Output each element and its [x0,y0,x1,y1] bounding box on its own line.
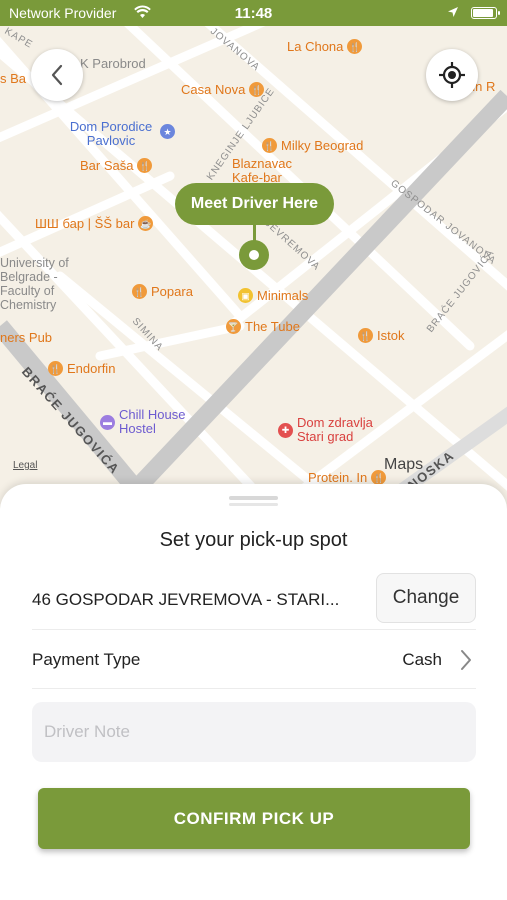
chevron-left-icon [51,64,63,86]
poi-label[interactable]: ners Pub [0,331,52,345]
poi-label[interactable]: Casa Nova 🍴 [181,82,265,97]
map-view[interactable]: KAPE JOVANOVA KNEGINJE LJUBICE GOSPODAR … [0,26,507,500]
restaurant-icon: 🍴 [262,138,277,153]
restaurant-icon: 🍴 [347,39,363,54]
pickup-address: 46 GOSPODAR JEVREMOVA - STARI... [32,590,340,609]
poi-label[interactable]: 🍸 The Tube [226,319,300,334]
chevron-right-icon [461,650,471,670]
payment-type-value: Cash [402,650,442,669]
meet-driver-bubble[interactable]: Meet Driver Here [175,183,334,225]
payment-type-row[interactable]: Payment Type Cash [32,630,476,689]
shop-icon: ▣ [238,288,253,303]
poi-label[interactable]: Blaznavac Kafe-bar [232,157,322,185]
poi-label[interactable]: La Chona 🍴 [287,39,363,54]
restaurant-icon: 🍴 [358,328,373,343]
restaurant-icon: 🍴 [249,82,265,97]
legal-link[interactable]: Legal [13,460,37,471]
bar-icon: 🍸 [226,319,241,334]
poi-label[interactable]: K Parobrod [80,57,146,71]
poi-label[interactable]: ШШ бар | ŠŠ bar ☕ [35,216,154,231]
clock: 11:48 [234,5,273,22]
poi-label[interactable]: ▬ Chill House Hostel [100,408,199,436]
poi-label[interactable]: Bar Saša 🍴 [80,158,153,173]
sheet-drag-handle-line [229,503,278,506]
status-bar: Network Provider 11:48 [0,0,507,26]
driver-note-input[interactable] [32,702,476,762]
payment-type-label: Payment Type [32,650,141,669]
back-button[interactable] [31,49,83,101]
restaurant-icon: 🍴 [132,284,147,299]
change-address-button[interactable]: Change [376,573,476,623]
bed-icon: ▬ [100,414,115,430]
pickup-pin-icon[interactable] [239,240,269,270]
medical-icon: ✚ [278,422,293,438]
poi-label[interactable]: s Ba [0,72,26,86]
restaurant-icon: 🍴 [137,158,153,173]
poi-label[interactable]: 🍴 Milky Beograd [262,138,363,153]
star-icon: ★ [160,124,175,139]
restaurant-icon: 🍴 [48,361,63,376]
confirm-pickup-button[interactable]: CONFIRM PICK UP [38,788,470,849]
poi-label[interactable]: 🍴 Popara [132,284,193,299]
poi-label[interactable]: Dom Porodice Pavlovic [64,120,158,148]
poi-label[interactable]: 🍴 Istok [358,328,404,343]
recenter-button[interactable] [426,49,478,101]
poi-label[interactable]: 🍴 Endorfin [48,361,115,376]
cafe-icon: ☕ [138,216,154,231]
sheet-title: Set your pick-up spot [159,529,348,551]
poi-label[interactable]: University of Belgrade - Faculty of Chem… [0,256,78,312]
crosshair-icon [439,62,465,88]
poi-label[interactable]: Protein. In 🍴 [308,470,387,485]
battery-icon [471,7,500,19]
sheet-drag-handle[interactable] [229,496,278,500]
address-row: 46 GOSPODAR JEVREMOVA - STARI... Change [32,573,476,630]
location-arrow-icon [448,7,458,17]
poi-label[interactable]: ▣ Minimals [238,288,308,303]
pickup-sheet: Set your pick-up spot 46 GOSPODAR JEVREM… [0,484,507,900]
apple-maps-logo: Maps [384,456,424,473]
poi-label[interactable]: ✚ Dom zdravlja Stari grad [278,416,392,444]
